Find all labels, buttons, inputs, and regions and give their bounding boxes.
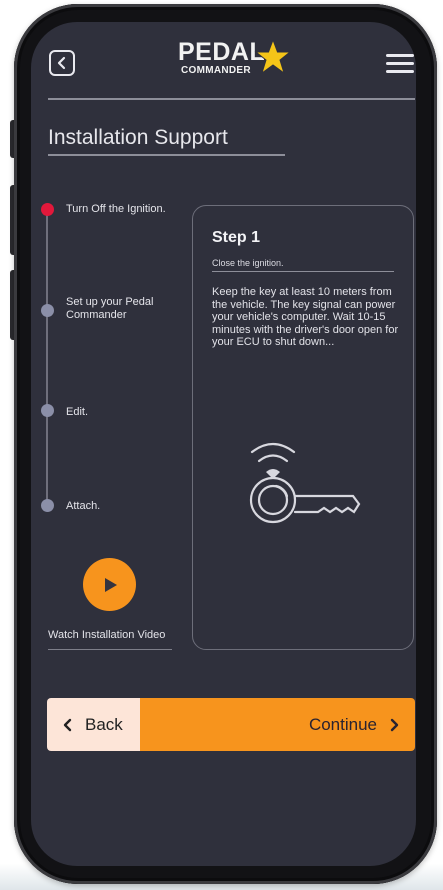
menu-icon[interactable]	[386, 54, 414, 74]
play-video-button[interactable]	[83, 558, 136, 611]
logo-subtitle: COMMANDER	[181, 65, 251, 76]
step-dot	[41, 404, 54, 417]
continue-button-label: Continue	[308, 714, 377, 734]
page-title: Installation Support	[48, 126, 228, 149]
header-divider	[48, 98, 415, 100]
chevron-left-icon	[57, 56, 66, 70]
timeline-line	[46, 208, 48, 506]
video-underline	[48, 649, 172, 650]
step-dot	[41, 499, 54, 512]
back-nav-button[interactable]	[49, 50, 75, 76]
title-underline	[48, 154, 285, 156]
step-dot	[41, 304, 54, 317]
card-body-text: Keep the key at least 10 meters from the…	[212, 286, 399, 349]
card-subtitle: Close the ignition.	[212, 258, 284, 268]
step-label-1[interactable]: Turn Off the Ignition.	[66, 203, 191, 216]
phone-screen: PEDAL COMMANDER Installation Support Tur…	[31, 22, 416, 866]
continue-button[interactable]: Continue	[140, 698, 415, 751]
play-icon	[104, 577, 117, 592]
nav-bar: Back Continue	[47, 698, 415, 751]
step-dot-active	[41, 203, 54, 216]
car-key-signal-icon	[249, 442, 361, 524]
watch-video-label[interactable]: Watch Installation Video	[48, 629, 165, 641]
card-divider	[212, 271, 394, 272]
chevron-left-icon	[63, 718, 72, 731]
card-title: Step 1	[212, 229, 261, 246]
chevron-right-icon	[390, 718, 399, 731]
back-button[interactable]: Back	[47, 698, 140, 751]
step-label-2[interactable]: Set up your Pedal Commander	[66, 296, 181, 322]
logo-wordmark: PEDAL	[178, 38, 266, 66]
step-label-3[interactable]: Edit.	[66, 406, 88, 419]
star-logo-icon	[254, 39, 292, 75]
back-button-label: Back	[85, 714, 123, 734]
step-label-4[interactable]: Attach.	[66, 500, 100, 513]
